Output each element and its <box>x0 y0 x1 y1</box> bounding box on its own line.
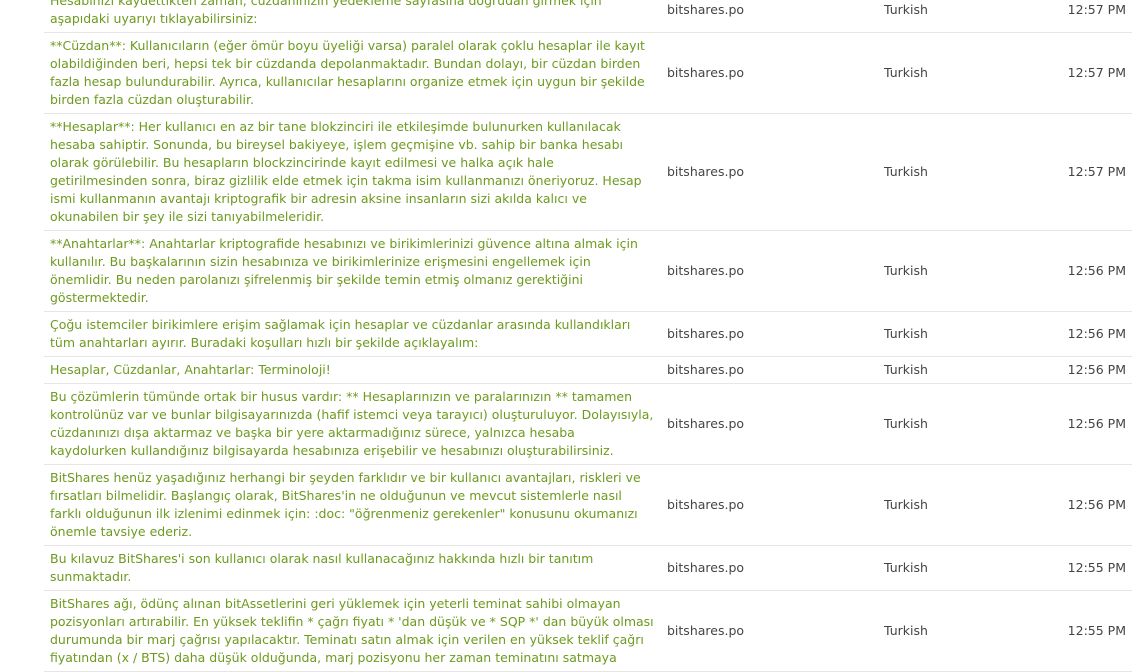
timestamp: 12:55 PM <box>1040 590 1132 672</box>
translation-text[interactable]: Çoğu istemciler birikimlere erişim sağla… <box>44 311 661 357</box>
table-row[interactable]: Hesabınızı kaydettikten zaman, cüzdanını… <box>44 0 1132 33</box>
translation-history-table: Hesabınızı kaydettikten zaman, cüzdanını… <box>44 0 1132 672</box>
table-row[interactable]: Bu çözümlerin tümünde ortak bir husus va… <box>44 383 1132 465</box>
language: Turkish <box>878 113 1040 231</box>
translation-text[interactable]: Hesaplar, Cüzdanlar, Anahtarlar: Termino… <box>44 356 661 384</box>
project-file[interactable]: bitshares.po <box>661 383 878 465</box>
translation-text[interactable]: BitShares henüz yaşadığınız herhangi bir… <box>44 464 661 546</box>
translation-text[interactable]: Bu kılavuz BitShares'i son kullanıcı ola… <box>44 545 661 591</box>
timestamp: 12:57 PM <box>1040 32 1132 114</box>
project-file[interactable]: bitshares.po <box>661 590 878 672</box>
timestamp: 12:55 PM <box>1040 545 1132 591</box>
timestamp: 12:56 PM <box>1040 356 1132 384</box>
table-row[interactable]: **Hesaplar**: Her kullanıcı en az bir ta… <box>44 113 1132 231</box>
translation-history-rows: Hesabınızı kaydettikten zaman, cüzdanını… <box>44 0 1132 672</box>
timestamp: 12:56 PM <box>1040 311 1132 357</box>
table-row[interactable]: BitShares ağı, ödünç alınan bitAssetleri… <box>44 590 1132 672</box>
project-file[interactable]: bitshares.po <box>661 32 878 114</box>
language: Turkish <box>878 464 1040 546</box>
table-row[interactable]: **Anahtarlar**: Anahtarlar kriptografide… <box>44 230 1132 312</box>
translation-history-table-wrapper: Hesabınızı kaydettikten zaman, cüzdanını… <box>44 0 1132 672</box>
translation-text[interactable]: **Hesaplar**: Her kullanıcı en az bir ta… <box>44 113 661 231</box>
language: Turkish <box>878 383 1040 465</box>
timestamp: 12:56 PM <box>1040 230 1132 312</box>
table-row[interactable]: Çoğu istemciler birikimlere erişim sağla… <box>44 311 1132 357</box>
language: Turkish <box>878 32 1040 114</box>
language: Turkish <box>878 356 1040 384</box>
translation-text[interactable]: BitShares ağı, ödünç alınan bitAssetleri… <box>44 590 661 672</box>
translation-text[interactable]: Bu çözümlerin tümünde ortak bir husus va… <box>44 383 661 465</box>
timestamp: 12:56 PM <box>1040 383 1132 465</box>
project-file[interactable]: bitshares.po <box>661 464 878 546</box>
translation-text[interactable]: Hesabınızı kaydettikten zaman, cüzdanını… <box>44 0 661 33</box>
timestamp: 12:57 PM <box>1040 0 1132 33</box>
translation-text[interactable]: **Anahtarlar**: Anahtarlar kriptografide… <box>44 230 661 312</box>
language: Turkish <box>878 311 1040 357</box>
project-file[interactable]: bitshares.po <box>661 113 878 231</box>
language: Turkish <box>878 0 1040 33</box>
project-file[interactable]: bitshares.po <box>661 0 878 33</box>
language: Turkish <box>878 590 1040 672</box>
table-row[interactable]: BitShares henüz yaşadığınız herhangi bir… <box>44 464 1132 546</box>
project-file[interactable]: bitshares.po <box>661 311 878 357</box>
language: Turkish <box>878 230 1040 312</box>
language: Turkish <box>878 545 1040 591</box>
table-row[interactable]: Bu kılavuz BitShares'i son kullanıcı ola… <box>44 545 1132 591</box>
project-file[interactable]: bitshares.po <box>661 545 878 591</box>
project-file[interactable]: bitshares.po <box>661 230 878 312</box>
table-row[interactable]: Hesaplar, Cüzdanlar, Anahtarlar: Termino… <box>44 356 1132 384</box>
timestamp: 12:57 PM <box>1040 113 1132 231</box>
translation-text[interactable]: **Cüzdan**: Kullanıcıların (eğer ömür bo… <box>44 32 661 114</box>
table-row[interactable]: **Cüzdan**: Kullanıcıların (eğer ömür bo… <box>44 32 1132 114</box>
timestamp: 12:56 PM <box>1040 464 1132 546</box>
project-file[interactable]: bitshares.po <box>661 356 878 384</box>
